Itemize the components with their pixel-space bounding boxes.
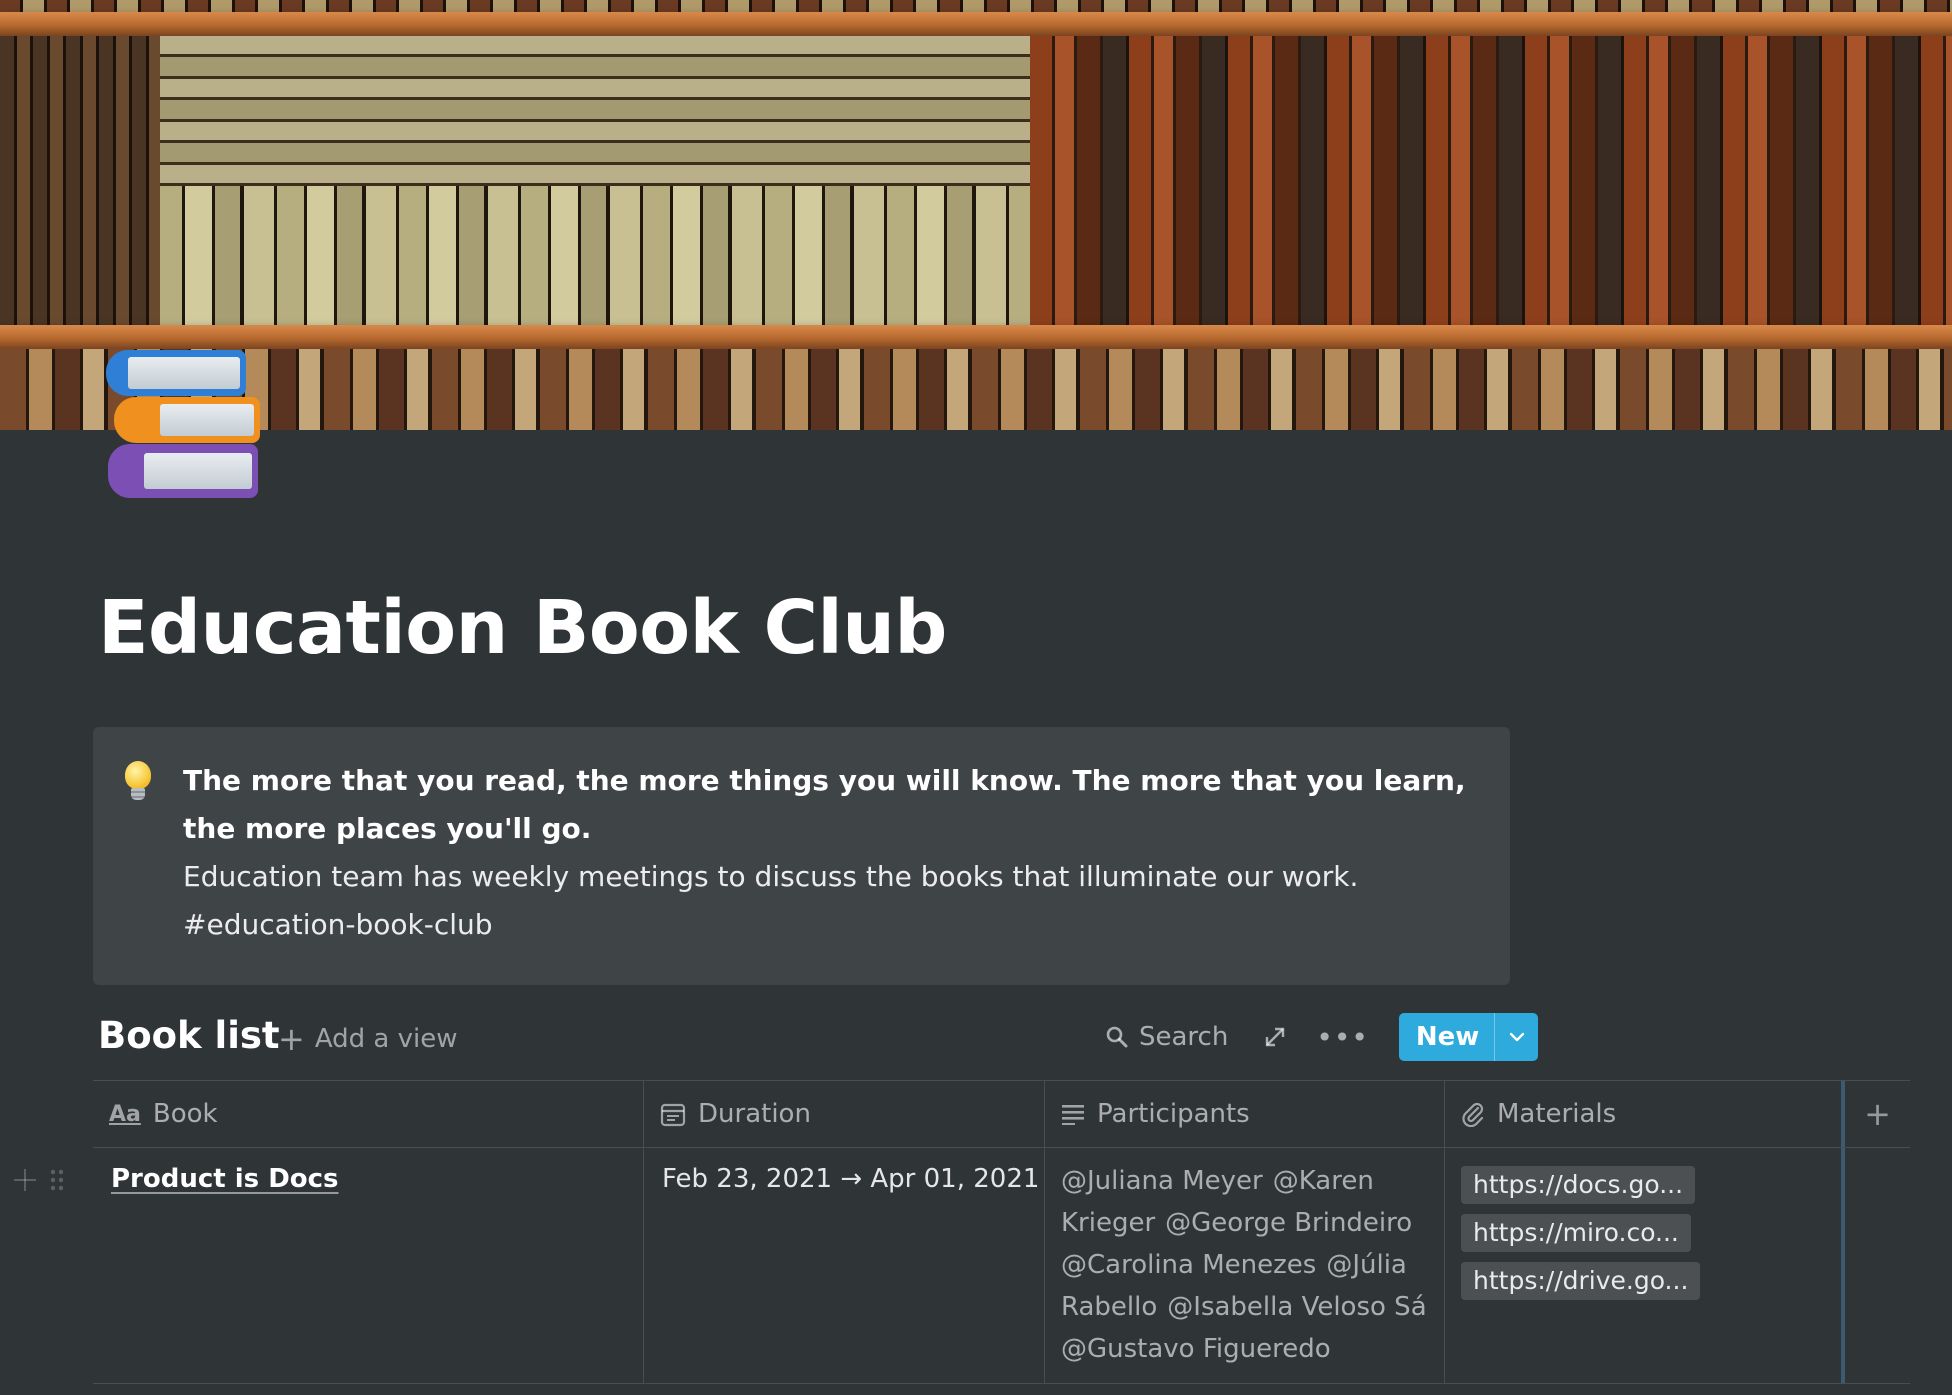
callout-quote: The more that you read, the more things … [183, 764, 1466, 845]
cell-duration[interactable]: Feb 23, 2021 → Apr 01, 2021 [644, 1148, 1045, 1383]
column-label: Participants [1097, 1099, 1250, 1129]
participant-mention[interactable]: Krieger [1061, 1202, 1155, 1244]
page-title[interactable]: Education Book Club [98, 585, 947, 671]
participant-mention[interactable]: @Gustavo Figueredo [1061, 1328, 1331, 1370]
callout-block[interactable]: The more that you read, the more things … [93, 727, 1510, 985]
expand-icon[interactable] [1262, 1024, 1288, 1050]
light-bulb-icon[interactable] [123, 761, 153, 807]
row-drag-handle[interactable] [12, 1165, 78, 1195]
cell-materials[interactable]: https://docs.go... https://miro.co... ht… [1445, 1148, 1845, 1383]
column-label: Duration [698, 1099, 811, 1129]
paperclip-icon [1462, 1102, 1484, 1127]
calendar-icon [660, 1103, 686, 1127]
search-label: Search [1139, 1022, 1229, 1052]
callout-description: Education team has weekly meetings to di… [183, 860, 1359, 893]
cover-image[interactable] [0, 0, 1952, 430]
duration-value: Feb 23, 2021 → Apr 01, 2021 [662, 1164, 1040, 1194]
new-button[interactable]: New [1399, 1013, 1494, 1061]
add-view-label: Add a view [314, 1024, 458, 1054]
column-header-materials[interactable]: Materials [1445, 1081, 1845, 1147]
callout-text[interactable]: The more that you read, the more things … [183, 757, 1483, 949]
participant-mention[interactable]: @Juliana Meyer [1061, 1160, 1263, 1202]
database-toolbar: Search ••• New [1105, 1012, 1539, 1062]
cell-book[interactable]: Product is Docs [93, 1148, 644, 1383]
chevron-down-icon [1509, 1032, 1524, 1042]
book-title-link[interactable]: Product is Docs [109, 1164, 339, 1194]
participant-mention[interactable]: @Carolina Menezes [1061, 1244, 1316, 1286]
cell-participants[interactable]: @Juliana Meyer @Karen Krieger @George Br… [1045, 1148, 1445, 1383]
column-label: Materials [1497, 1099, 1617, 1129]
material-link[interactable]: https://docs.go... [1461, 1166, 1696, 1204]
participant-mention[interactable]: @Isabella Veloso Sá [1167, 1286, 1426, 1328]
participant-mention[interactable]: @Júlia [1326, 1244, 1407, 1286]
participant-mention[interactable]: @Karen [1273, 1160, 1374, 1202]
notion-page: Education Book Club The more that you re… [0, 0, 1952, 1395]
plus-icon: + [278, 1020, 305, 1058]
column-header-duration[interactable]: Duration [644, 1081, 1045, 1147]
plus-icon [14, 1169, 36, 1191]
title-aa-icon: Aa [109, 1101, 141, 1127]
books-emoji-icon[interactable] [104, 350, 260, 500]
table-header-row: Aa Book Duration Participants Materials … [93, 1080, 1910, 1148]
participants-list: @Juliana Meyer @Karen Krieger @George Br… [1061, 1160, 1428, 1370]
callout-channel-tag: #education-book-club [183, 908, 493, 941]
database-title[interactable]: Book list [98, 1014, 280, 1057]
materials-list: https://docs.go... https://miro.co... ht… [1461, 1164, 1825, 1300]
text-lines-icon [1062, 1105, 1084, 1125]
more-options-icon[interactable]: ••• [1316, 1021, 1369, 1054]
new-button-group: New [1398, 1013, 1539, 1061]
new-dropdown-button[interactable] [1494, 1013, 1538, 1061]
add-view-button[interactable]: + Add a view [278, 1022, 457, 1056]
search-button[interactable]: Search [1105, 1022, 1228, 1052]
table-row[interactable]: Product is Docs Feb 23, 2021 → Apr 01, 2… [93, 1148, 1910, 1384]
cell-empty [1845, 1148, 1910, 1383]
add-column-button[interactable]: + [1845, 1081, 1910, 1147]
drag-dots-icon [50, 1169, 64, 1191]
column-header-participants[interactable]: Participants [1045, 1081, 1445, 1147]
column-label: Book [152, 1099, 218, 1129]
participant-mention[interactable]: Rabello [1061, 1286, 1157, 1328]
plus-icon: + [1864, 1095, 1891, 1133]
search-icon [1106, 1026, 1128, 1048]
material-link[interactable]: https://drive.go... [1461, 1262, 1701, 1300]
participant-mention[interactable]: @George Brindeiro [1165, 1202, 1412, 1244]
material-link[interactable]: https://miro.co... [1461, 1214, 1691, 1252]
column-header-book[interactable]: Aa Book [93, 1081, 644, 1147]
